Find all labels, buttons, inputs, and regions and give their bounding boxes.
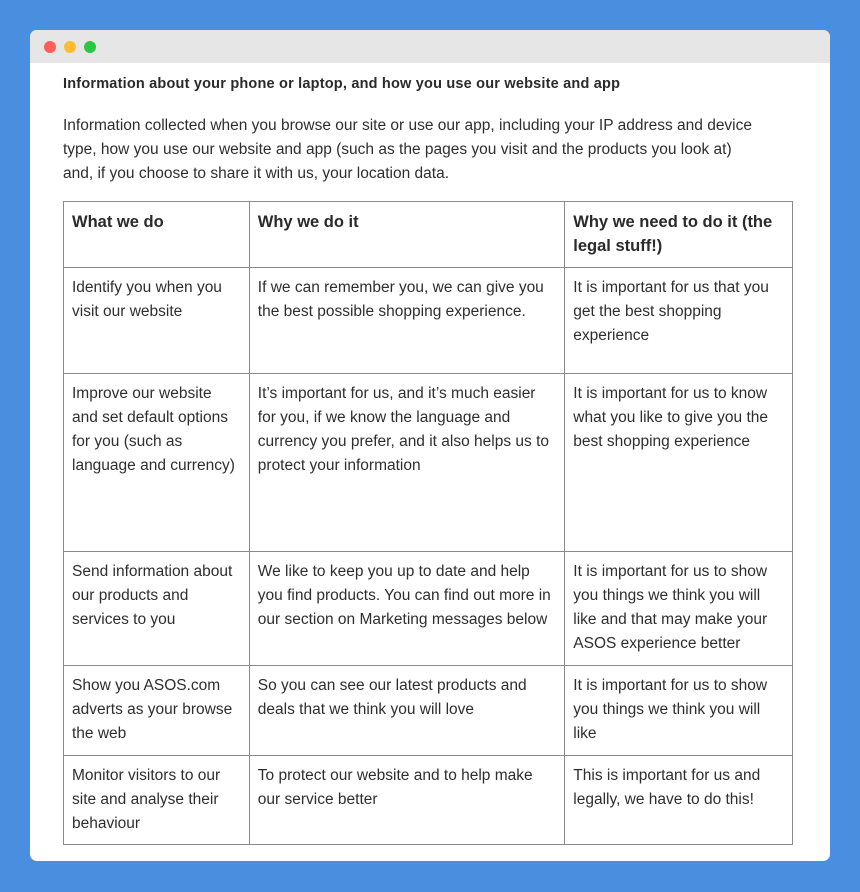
cell-what-we-do: Identify you when you visit our website (63, 267, 250, 374)
cell-legal-basis: It is important for us that you get the … (564, 267, 793, 374)
cell-what-we-do: Send information about our products and … (63, 551, 250, 666)
cell-what-we-do: Improve our website and set default opti… (63, 373, 250, 552)
cell-legal-basis: It is important for us to show you thing… (564, 551, 793, 666)
cell-what-we-do: Show you ASOS.com adverts as your browse… (63, 665, 250, 756)
cell-legal-basis: This is important for us and legally, we… (564, 755, 793, 845)
cell-what-we-do: Monitor visitors to our site and analyse… (63, 755, 250, 845)
table-row: Improve our website and set default opti… (63, 373, 793, 552)
data-usage-table: What we do Why we do it Why we need to d… (63, 201, 793, 845)
table-row: Show you ASOS.com adverts as your browse… (63, 665, 793, 756)
browser-window: Information about your phone or laptop, … (30, 30, 830, 861)
window-titlebar (30, 30, 830, 63)
cell-why-we-do-it: It’s important for us, and it’s much eas… (248, 373, 566, 552)
cell-why-we-do-it: We like to keep you up to date and help … (248, 551, 566, 666)
close-window-button[interactable] (44, 41, 56, 53)
cell-legal-basis: It is important for us to show you thing… (564, 665, 793, 756)
maximize-window-button[interactable] (84, 41, 96, 53)
cell-why-we-do-it: So you can see our latest products and d… (248, 665, 566, 756)
cell-why-we-do-it: To protect our website and to help make … (248, 755, 566, 845)
header-legal-basis: Why we need to do it (the legal stuff!) (564, 201, 793, 268)
cell-legal-basis: It is important for us to know what you … (564, 373, 793, 552)
section-intro: Information collected when you browse ou… (63, 117, 753, 182)
table-row: Send information about our products and … (63, 551, 793, 666)
cell-why-we-do-it: If we can remember you, we can give you … (248, 267, 566, 374)
header-why-we-do-it: Why we do it (248, 201, 566, 268)
table-row: Identify you when you visit our website … (63, 267, 793, 374)
section-heading: Information about your phone or laptop, … (63, 76, 621, 92)
header-what-we-do: What we do (63, 201, 250, 268)
minimize-window-button[interactable] (64, 41, 76, 53)
table-header-row: What we do Why we do it Why we need to d… (63, 201, 793, 268)
table-row: Monitor visitors to our site and analyse… (63, 755, 793, 845)
